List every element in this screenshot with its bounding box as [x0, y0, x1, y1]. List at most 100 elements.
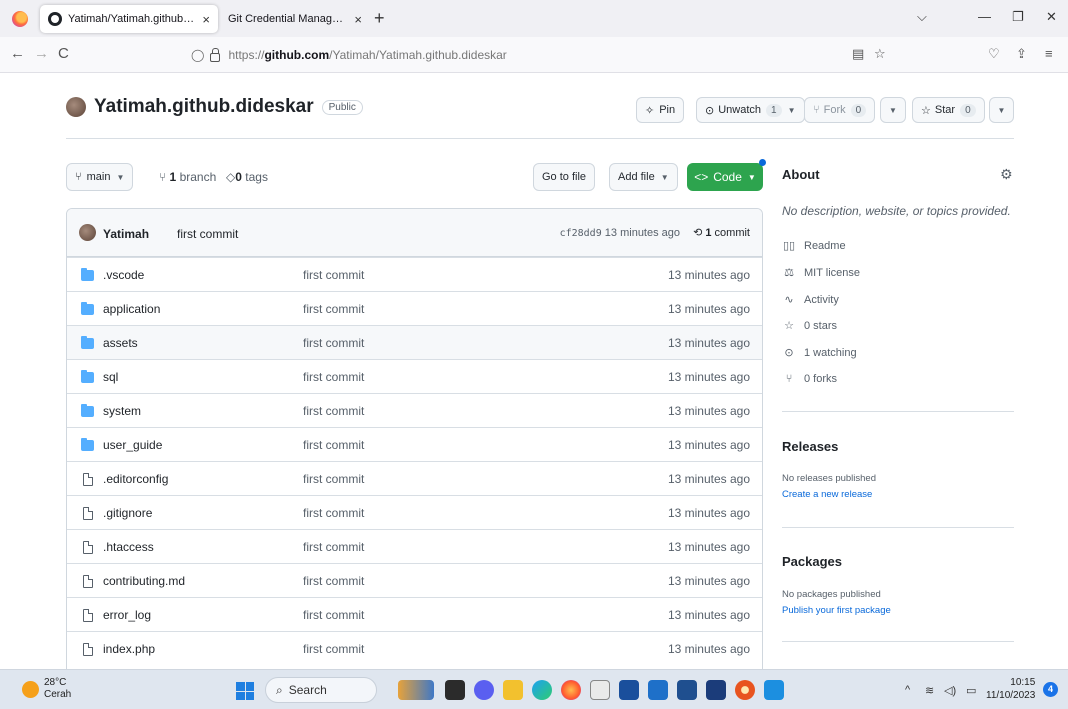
table-row[interactable]: .htaccess first commit 13 minutes ago [67, 529, 762, 563]
file-name[interactable]: user_guide [103, 438, 162, 452]
minimize-icon[interactable]: — [978, 9, 991, 24]
app-menu-icon[interactable]: ≡ [1045, 46, 1053, 61]
go-to-file-button[interactable]: Go to file [533, 163, 596, 191]
table-row[interactable]: assets first commit 13 minutes ago [67, 325, 762, 359]
file-commit-message[interactable]: first commit [303, 404, 364, 418]
terminal-icon[interactable] [706, 680, 726, 700]
volume-icon[interactable]: ◁) [944, 684, 956, 697]
address-bar[interactable]: ◯ https:// github.com /Yatimah/Yatimah.g… [183, 41, 903, 69]
file-name[interactable]: .gitignore [103, 506, 152, 520]
file-name[interactable]: error_log [103, 608, 151, 622]
stars-link[interactable]: ☆ 0 stars [782, 319, 837, 333]
commit-message[interactable]: first commit [177, 227, 238, 241]
maximize-icon[interactable]: ❐ [1012, 9, 1024, 25]
file-name[interactable]: .vscode [103, 268, 144, 282]
gear-icon[interactable]: ⚙ [1000, 166, 1013, 183]
firefox-icon[interactable] [561, 680, 581, 700]
weather-sun-icon[interactable] [22, 681, 39, 698]
notepad-icon[interactable] [590, 680, 610, 700]
publish-package-link[interactable]: Publish your first package [782, 605, 891, 616]
reader-view-icon[interactable]: ▤ [852, 46, 864, 62]
forks-link[interactable]: ⑂ 0 forks [782, 373, 837, 385]
dropbox-icon[interactable] [619, 680, 639, 700]
packages-title[interactable]: Packages [782, 554, 1014, 569]
owner-avatar[interactable] [66, 97, 86, 117]
create-release-link[interactable]: Create a new release [782, 489, 872, 500]
battery-icon[interactable]: ▭ [966, 684, 976, 697]
pin-button[interactable]: ✧ Pin [636, 97, 685, 123]
windows-start-icon[interactable] [236, 682, 254, 700]
file-commit-message[interactable]: first commit [303, 268, 364, 282]
table-row[interactable]: application first commit 13 minutes ago [67, 291, 762, 325]
reload-icon[interactable]: C [58, 45, 69, 62]
chat-icon[interactable] [474, 680, 494, 700]
releases-title[interactable]: Releases [782, 439, 1014, 454]
fork-dropdown-button[interactable]: ▼ [880, 97, 906, 123]
table-row[interactable]: sql first commit 13 minutes ago [67, 359, 762, 393]
table-row[interactable]: .gitignore first commit 13 minutes ago [67, 495, 762, 529]
pocket-icon[interactable]: ♡ [988, 46, 1000, 62]
watchers-link[interactable]: ⊙ 1 watching [782, 346, 856, 360]
table-row[interactable]: system first commit 13 minutes ago [67, 393, 762, 427]
store-icon[interactable] [677, 680, 697, 700]
readme-link[interactable]: ▯▯ Readme [782, 239, 846, 253]
unwatch-button[interactable]: ⊙ Unwatch 1 ▼ [696, 97, 805, 123]
widgets-icon[interactable] [398, 680, 434, 700]
file-name[interactable]: .editorconfig [103, 472, 168, 486]
commit-author-avatar[interactable] [79, 224, 96, 241]
close-window-icon[interactable]: ✕ [1046, 9, 1057, 25]
tab-git-credential-manager[interactable]: Git Credential Manager - Authentic × [220, 5, 370, 33]
branches-link[interactable]: ⑂ 1 branch [159, 170, 216, 184]
file-name[interactable]: .htaccess [103, 540, 154, 554]
share-icon[interactable]: ⇪ [1016, 46, 1027, 62]
file-name[interactable]: sql [103, 370, 118, 384]
tab-close-icon[interactable]: × [202, 12, 210, 27]
back-icon[interactable]: ← [10, 45, 25, 62]
file-name[interactable]: contributing.md [103, 574, 185, 588]
table-row[interactable]: contributing.md first commit 13 minutes … [67, 563, 762, 597]
app-icon[interactable] [648, 680, 668, 700]
table-row[interactable]: .editorconfig first commit 13 minutes ag… [67, 461, 762, 495]
tray-chevron-icon[interactable]: ^ [905, 684, 910, 696]
lock-icon[interactable] [210, 47, 221, 62]
edge-icon[interactable] [532, 680, 552, 700]
tab-github-repo[interactable]: Yatimah/Yatimah.github.didesk × [40, 5, 218, 33]
activity-link[interactable]: ∿ Activity [782, 293, 838, 307]
table-row[interactable]: index.php first commit 13 minutes ago [67, 631, 762, 665]
star-dropdown-button[interactable]: ▼ [989, 97, 1014, 123]
tab-close-icon[interactable]: × [354, 12, 362, 27]
license-link[interactable]: ⚖ MIT license [782, 266, 860, 280]
tags-link[interactable]: ◇0 tags [226, 170, 268, 184]
taskbar-search[interactable]: ⌕ Search [265, 677, 377, 703]
table-row[interactable]: .vscode first commit 13 minutes ago [67, 257, 762, 291]
app-ring-icon[interactable] [735, 680, 755, 700]
fork-button[interactable]: ⑂ Fork 0 [804, 97, 876, 123]
add-file-button[interactable]: Add file ▼ [609, 163, 678, 191]
file-name[interactable]: assets [103, 336, 138, 350]
clock[interactable]: 10:15 11/10/2023 [986, 676, 1035, 702]
file-commit-message[interactable]: first commit [303, 336, 364, 350]
tracking-shield-icon[interactable]: ◯ [191, 48, 204, 62]
task-view-icon[interactable] [445, 680, 465, 700]
file-commit-message[interactable]: first commit [303, 540, 364, 554]
branch-selector[interactable]: ⑂ main ▼ [66, 163, 134, 191]
wifi-icon[interactable]: ≋ [925, 684, 934, 697]
file-name[interactable]: index.php [103, 642, 155, 656]
forward-icon[interactable]: → [34, 45, 49, 62]
vscode-icon[interactable] [764, 680, 784, 700]
weather-widget[interactable]: 28°C Cerah [44, 677, 71, 701]
file-commit-message[interactable]: first commit [303, 574, 364, 588]
new-tab-button[interactable]: + [374, 8, 385, 29]
table-row[interactable]: user_guide first commit 13 minutes ago [67, 427, 762, 461]
commit-author[interactable]: Yatimah [103, 227, 149, 241]
code-button[interactable]: <> Code ▼ [687, 163, 763, 191]
repo-name[interactable]: Yatimah.github.dideskar [94, 96, 314, 118]
list-all-tabs-icon[interactable]: ⌵ [917, 9, 927, 25]
file-commit-message[interactable]: first commit [303, 608, 364, 622]
star-button[interactable]: ☆ Star 0 [912, 97, 985, 123]
file-commit-message[interactable]: first commit [303, 472, 364, 486]
notification-badge[interactable]: 4 [1043, 682, 1058, 697]
file-commit-message[interactable]: first commit [303, 642, 364, 656]
commit-hash[interactable]: cf28dd9 [560, 228, 602, 239]
table-row[interactable]: error_log first commit 13 minutes ago [67, 597, 762, 631]
